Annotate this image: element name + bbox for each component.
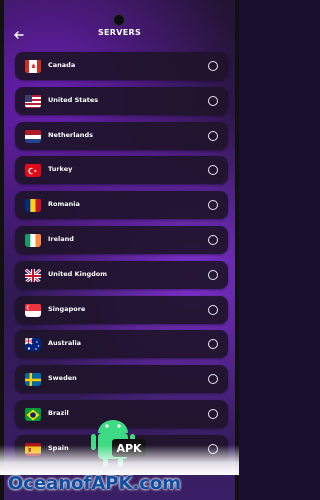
server-row-romania[interactable]: Romania (15, 191, 228, 220)
server-row-ireland[interactable]: Ireland (15, 225, 228, 254)
server-row-spain[interactable]: Spain (15, 434, 228, 463)
server-name: Romania (48, 200, 80, 209)
netherlands-flag-icon (25, 129, 41, 143)
select-radio[interactable] (208, 234, 218, 245)
server-name: Canada (48, 61, 76, 69)
select-radio[interactable] (208, 408, 218, 419)
server-name: Spain (48, 443, 69, 452)
select-radio[interactable] (208, 374, 218, 385)
select-radio[interactable] (208, 130, 218, 141)
server-name: Sweden (48, 374, 77, 383)
sweden-flag-icon (25, 372, 41, 387)
australia-flag-icon (25, 337, 41, 352)
server-row-sweden[interactable]: Sweden (15, 365, 228, 394)
server-row-australia[interactable]: Australia (15, 330, 228, 359)
united-states-flag-icon (25, 94, 41, 108)
watermark-text: OceanofAPK.com (8, 473, 182, 494)
server-row-canada[interactable]: Canada (15, 52, 228, 80)
select-radio[interactable] (208, 443, 218, 454)
select-radio[interactable] (208, 61, 218, 71)
top-bar: SERVERS (0, 24, 239, 48)
select-radio[interactable] (208, 269, 218, 280)
device-bezel-left (0, 0, 4, 500)
server-list: Canada United States Netherlands Turkey (15, 52, 228, 470)
server-row-brazil[interactable]: Brazil (15, 399, 228, 428)
device-bezel-right (235, 0, 239, 500)
select-radio[interactable] (208, 304, 218, 315)
turkey-flag-icon (25, 163, 41, 178)
page-title: SERVERS (97, 28, 142, 37)
ireland-flag-icon (25, 233, 41, 247)
server-name: Turkey (48, 165, 73, 174)
server-row-united-states[interactable]: United States (15, 86, 228, 115)
select-radio[interactable] (208, 165, 218, 176)
canada-flag-icon (25, 59, 41, 73)
select-radio[interactable] (208, 95, 218, 106)
server-row-turkey[interactable]: Turkey (15, 156, 228, 185)
server-name: Singapore (48, 304, 86, 313)
server-name: Australia (48, 339, 82, 348)
singapore-flag-icon (25, 303, 41, 317)
server-name: United Kingdom (48, 269, 108, 278)
server-name: Netherlands (48, 130, 93, 139)
server-row-united-kingdom[interactable]: United Kingdom (15, 260, 228, 289)
server-row-netherlands[interactable]: Netherlands (15, 121, 228, 150)
server-name: United States (48, 95, 99, 104)
spain-flag-icon (25, 442, 41, 456)
brazil-flag-icon (25, 407, 41, 421)
server-name: Brazil (48, 408, 69, 417)
server-name: Ireland (48, 234, 74, 243)
select-radio[interactable] (208, 339, 218, 350)
app-screen: SERVERS Canada United States Netherlands (0, 0, 239, 500)
select-radio[interactable] (208, 200, 218, 211)
server-row-singapore[interactable]: Singapore (15, 295, 228, 324)
united-kingdom-flag-icon (25, 267, 41, 282)
romania-flag-icon (25, 198, 41, 213)
